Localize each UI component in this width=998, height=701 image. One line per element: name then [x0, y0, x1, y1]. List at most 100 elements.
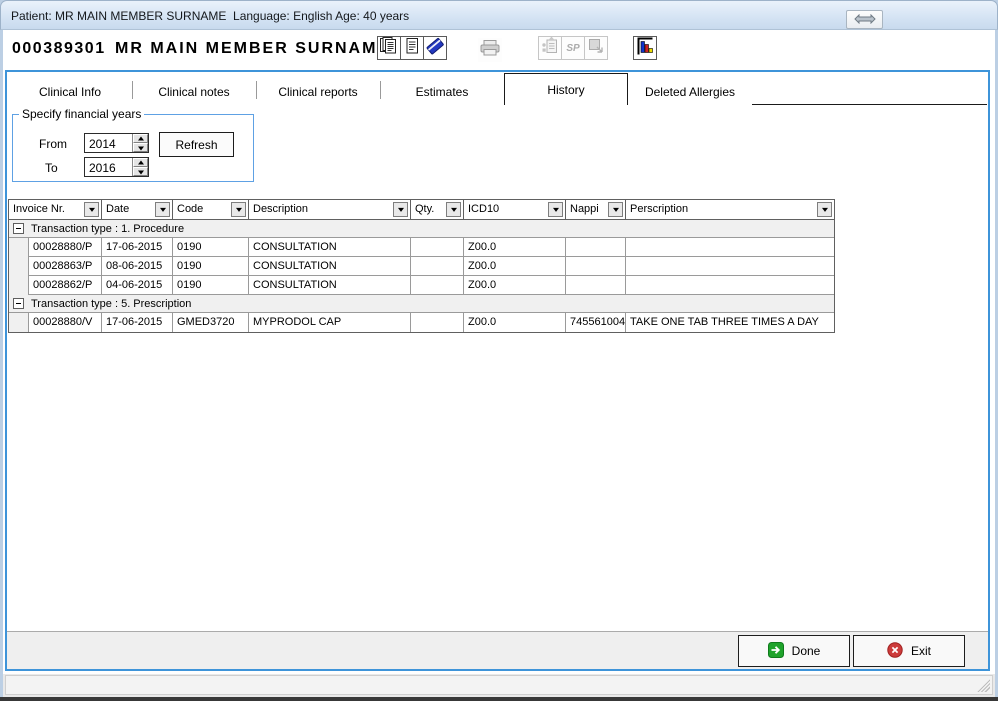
cell-date: 08-06-2015 — [102, 257, 173, 276]
column-header-nappi[interactable]: Nappi — [566, 200, 626, 220]
table-row[interactable]: 00028862/P04-06-20150190CONSULTATIONZ00.… — [9, 276, 834, 295]
collapse-minus-icon[interactable] — [13, 298, 24, 309]
column-header-qty-[interactable]: Qty. — [411, 200, 464, 220]
done-label: Done — [792, 644, 821, 658]
column-label: ICD10 — [468, 203, 499, 215]
blue-book-button[interactable] — [423, 36, 447, 60]
to-year-input[interactable] — [85, 158, 132, 176]
toolbar-group-documents — [377, 36, 446, 60]
report-arrow-button[interactable] — [584, 36, 608, 60]
tab-clinical-info[interactable]: Clinical Info — [8, 78, 132, 105]
dropdown-icon[interactable] — [231, 202, 246, 217]
cell-code: 0190 — [173, 238, 249, 257]
cell-icd10: Z00.0 — [464, 276, 566, 295]
print-button[interactable] — [478, 38, 502, 62]
column-header-code[interactable]: Code — [173, 200, 249, 220]
group-label: Transaction type : 5. Prescription — [31, 298, 191, 310]
tab-deleted-allergies[interactable]: Deleted Allergies — [628, 78, 752, 105]
column-label: Code — [177, 203, 203, 215]
column-label: Qty. — [415, 203, 434, 215]
bar-chart-icon — [635, 36, 655, 61]
refresh-button[interactable]: Refresh — [159, 132, 234, 157]
cell-qty- — [411, 276, 464, 295]
dropdown-icon[interactable] — [446, 202, 461, 217]
cell-perscription: TAKE ONE TAB THREE TIMES A DAY — [626, 313, 834, 332]
group-indent — [9, 313, 29, 332]
cell-qty- — [411, 313, 464, 332]
status-bar — [5, 675, 993, 695]
spinner-down-icon[interactable] — [133, 167, 148, 176]
spinner-up-icon[interactable] — [133, 158, 148, 167]
status-area — [3, 674, 995, 697]
dropdown-icon[interactable] — [155, 202, 170, 217]
cell-date: 04-06-2015 — [102, 276, 173, 295]
financial-years-groupbox: Specify financial years From Refresh To — [12, 114, 254, 182]
report-arrow-icon — [586, 36, 606, 61]
tab-history[interactable]: History — [504, 73, 628, 105]
tab-clinical-notes[interactable]: Clinical notes — [132, 78, 256, 105]
cell-nappi: 745561004 — [566, 313, 626, 332]
cell-icd10: Z00.0 — [464, 257, 566, 276]
blue-book-icon — [425, 36, 445, 61]
cell-icd10: Z00.0 — [464, 313, 566, 332]
cell-invoice-nr-: 00028862/P — [29, 276, 102, 295]
tab-clinical-reports[interactable]: Clinical reports — [256, 78, 380, 105]
cell-qty- — [411, 257, 464, 276]
tab-estimates[interactable]: Estimates — [380, 78, 504, 105]
resize-width-button[interactable] — [846, 10, 883, 29]
patient-name: MR MAIN MEMBER SURNAME — [115, 40, 390, 58]
dropdown-icon[interactable] — [608, 202, 623, 217]
done-button[interactable]: Done — [738, 635, 850, 667]
cell-perscription — [626, 276, 834, 295]
print-icon — [479, 39, 501, 62]
dropdown-icon[interactable] — [393, 202, 408, 217]
exit-icon — [887, 642, 903, 661]
sp-icon: SP — [566, 43, 579, 54]
patient-number: 000389301 — [12, 40, 106, 58]
column-header-date[interactable]: Date — [102, 200, 173, 220]
exit-button[interactable]: Exit — [853, 635, 965, 667]
cell-qty- — [411, 238, 464, 257]
column-header-icd10[interactable]: ICD10 — [464, 200, 566, 220]
dropdown-icon[interactable] — [817, 202, 832, 217]
group-indent — [9, 276, 29, 295]
cell-description: CONSULTATION — [249, 257, 411, 276]
tab-bar: Clinical InfoClinical notesClinical repo… — [8, 78, 987, 105]
from-year-input[interactable] — [85, 134, 132, 152]
spinner-up-icon[interactable] — [133, 134, 148, 143]
copy-documents-button[interactable] — [377, 36, 401, 60]
sp-script-button[interactable]: SP — [561, 36, 585, 60]
dropdown-icon[interactable] — [548, 202, 563, 217]
toolbar-group-print — [478, 38, 501, 62]
group-label: Transaction type : 1. Procedure — [31, 223, 184, 235]
dropdown-icon[interactable] — [84, 202, 99, 217]
grid-header-row: Invoice Nr.Date Code Description Qty. ICD10 N… — [9, 200, 834, 220]
column-header-description[interactable]: Description — [249, 200, 411, 220]
column-header-perscription[interactable]: Perscription — [626, 200, 834, 220]
cell-nappi — [566, 276, 626, 295]
window-title: Patient: MR MAIN MEMBER SURNAME Language… — [11, 9, 409, 23]
column-label: Perscription — [630, 203, 688, 215]
table-row[interactable]: 00028863/P08-06-20150190CONSULTATIONZ00.… — [9, 257, 834, 276]
group-row[interactable]: Transaction type : 5. Prescription — [9, 295, 834, 313]
from-label: From — [39, 137, 67, 151]
cell-nappi — [566, 238, 626, 257]
spinner-down-icon[interactable] — [133, 143, 148, 152]
table-row[interactable]: 00028880/V17-06-2015GMED3720MYPRODOL CAP… — [9, 313, 834, 332]
cell-invoice-nr-: 00028880/P — [29, 238, 102, 257]
table-row[interactable]: 00028880/P17-06-20150190CONSULTATIONZ00.… — [9, 238, 834, 257]
document-button[interactable] — [400, 36, 424, 60]
content-frame: Clinical InfoClinical notesClinical repo… — [5, 70, 990, 671]
done-arrow-icon — [768, 642, 784, 661]
cell-description: CONSULTATION — [249, 276, 411, 295]
group-row[interactable]: Transaction type : 1. Procedure — [9, 220, 834, 238]
resize-grip-icon[interactable] — [977, 679, 990, 692]
column-label: Nappi — [570, 203, 599, 215]
column-label: Description — [253, 203, 308, 215]
collapse-minus-icon[interactable] — [13, 223, 24, 234]
bar-chart-button[interactable] — [633, 36, 657, 60]
clipboard-up-button[interactable] — [538, 36, 562, 60]
cell-description: CONSULTATION — [249, 238, 411, 257]
titlebar: Patient: MR MAIN MEMBER SURNAME Language… — [0, 0, 998, 30]
column-header-invoice-nr-[interactable]: Invoice Nr. — [9, 200, 102, 220]
